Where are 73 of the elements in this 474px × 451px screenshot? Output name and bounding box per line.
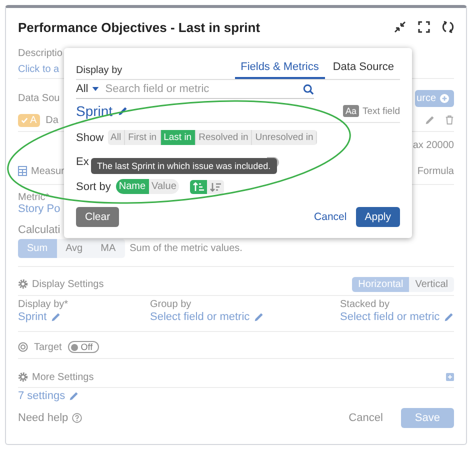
field-label: Group by: [150, 299, 192, 310]
caret-icon[interactable]: [92, 87, 100, 91]
field-type-badge: Aa: [343, 105, 358, 117]
table-icon: [18, 166, 27, 176]
tooltip: The last Sprint in which issue was included.: [91, 158, 277, 174]
calculation-hint: Sum of the metric values.: [130, 243, 242, 254]
tab[interactable]: Fields & Metrics: [234, 58, 325, 79]
field-type: Text field: [362, 106, 400, 116]
calculation-option[interactable]: Avg: [56, 239, 92, 258]
calculation-option[interactable]: MA: [92, 239, 125, 258]
panel-title: Performance Objectives - Last in sprint: [18, 20, 260, 34]
target-icon: [18, 342, 28, 352]
save-button[interactable]: Save: [400, 408, 454, 428]
section-title: More Settings: [32, 372, 94, 382]
field-value[interactable]: Select field or metric: [150, 311, 250, 323]
help-link[interactable]: Need help: [18, 412, 68, 424]
show-label: Show: [76, 132, 104, 144]
calculation-label: Calculati: [18, 224, 60, 236]
orientation-option[interactable]: Vertical: [409, 276, 454, 292]
pencil-icon[interactable]: [69, 391, 80, 401]
max-value: ax 20000: [412, 140, 454, 150]
cancel-button[interactable]: Cancel: [348, 412, 383, 424]
show-option[interactable]: Last in: [160, 130, 196, 145]
fullscreen-icon[interactable]: [418, 21, 430, 33]
show-option[interactable]: All: [108, 130, 126, 145]
add-source-button[interactable]: urce: [414, 90, 454, 106]
clear-button[interactable]: Clear: [76, 207, 120, 227]
filter-dropdown[interactable]: All: [76, 83, 88, 95]
help-icon[interactable]: [72, 413, 82, 423]
plus-icon: [440, 94, 449, 102]
formula-label[interactable]: Formula: [417, 166, 454, 176]
description-link[interactable]: Click to a: [18, 64, 60, 74]
apply-button[interactable]: Apply: [356, 207, 400, 227]
settings-link[interactable]: 7 settings: [18, 390, 66, 402]
gear-icon: [18, 372, 28, 382]
field-value[interactable]: Select field or metric: [340, 311, 440, 323]
source-badge: A: [18, 114, 40, 126]
display-by-label: Display by: [76, 65, 122, 78]
pencil-icon[interactable]: [444, 312, 454, 322]
search-icon[interactable]: [303, 84, 314, 94]
check-icon: [21, 116, 28, 124]
field-label: Stacked by: [340, 299, 390, 310]
orientation-option[interactable]: Horizontal: [352, 276, 410, 292]
target-label: Target: [34, 342, 62, 352]
metric-value[interactable]: Story Po: [18, 203, 60, 215]
description-label: Descriptio: [18, 48, 62, 58]
data-source-label: Data Sou: [18, 92, 60, 104]
target-toggle[interactable]: Off: [68, 341, 99, 353]
show-option[interactable]: Unresolved in: [252, 130, 318, 145]
tab[interactable]: Data Source: [326, 58, 400, 79]
source-name[interactable]: Da: [46, 114, 58, 126]
calculation-option[interactable]: Sum: [18, 239, 57, 258]
gear-icon: [18, 279, 28, 289]
section-title: Display Settings: [32, 278, 104, 290]
cancel-button[interactable]: Cancel: [311, 207, 350, 227]
pencil-icon[interactable]: [254, 312, 264, 322]
field-name: Sprint: [76, 103, 113, 119]
refresh-icon[interactable]: [442, 21, 454, 33]
pencil-icon[interactable]: [425, 115, 435, 125]
exclude-label: Ex: [76, 156, 89, 168]
field-value[interactable]: Sprint: [18, 311, 47, 323]
collapse-icon[interactable]: [394, 21, 406, 33]
sort-label: Sort by: [76, 180, 111, 192]
plus-icon[interactable]: [446, 373, 454, 381]
sort-option[interactable]: Value: [148, 179, 180, 194]
measure-label: Measur: [31, 166, 64, 176]
sort-option[interactable]: Name: [116, 179, 149, 194]
edit-icon[interactable]: [118, 106, 128, 116]
show-option[interactable]: Resolved in: [196, 130, 252, 145]
sort-ascending-icon[interactable]: [190, 180, 208, 194]
field-label: Display by*: [18, 299, 68, 310]
pencil-icon[interactable]: [50, 312, 61, 322]
trash-icon[interactable]: [445, 115, 454, 125]
